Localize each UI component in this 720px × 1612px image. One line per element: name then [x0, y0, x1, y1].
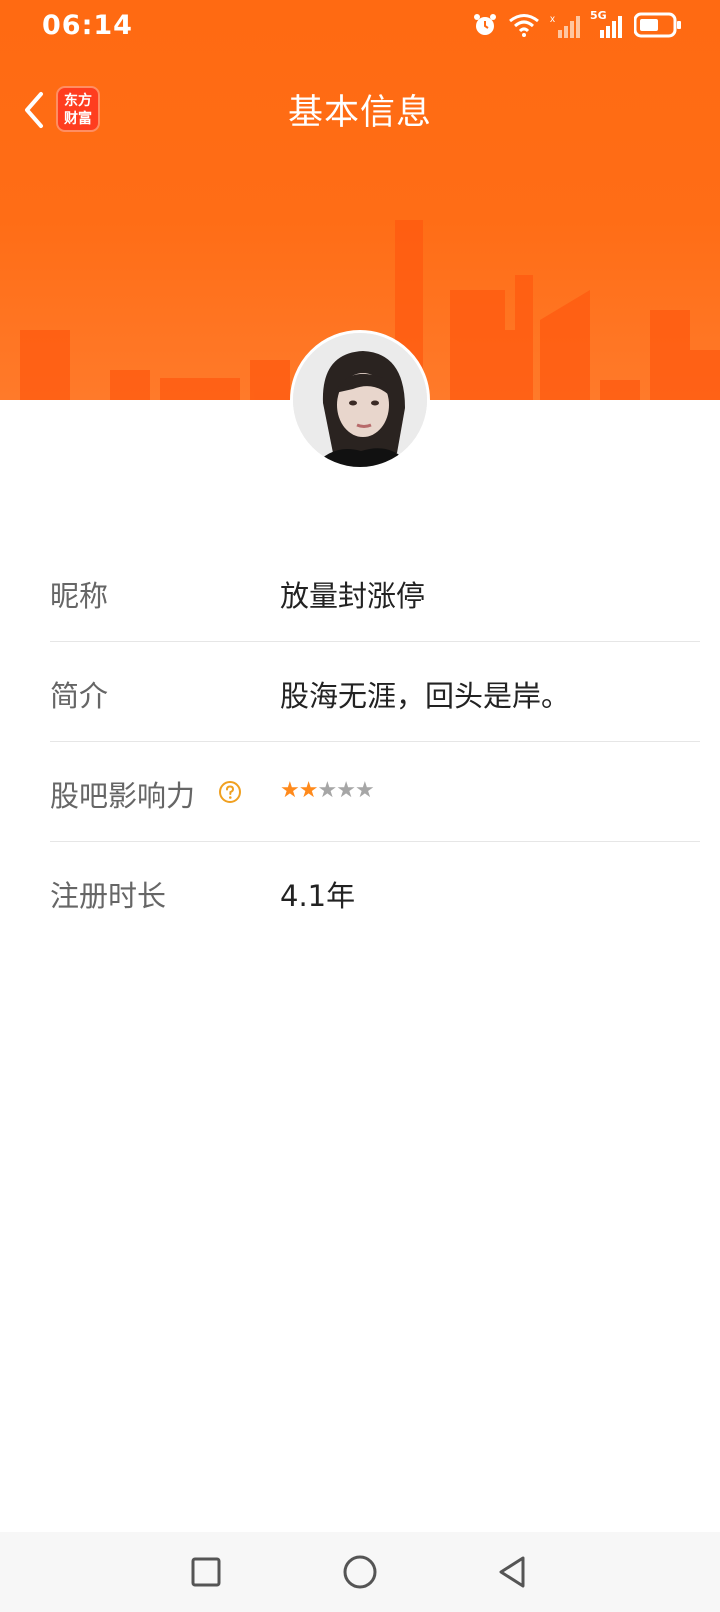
- battery-icon: [634, 12, 681, 38]
- info-row-bio: 简介 股海无涯，回头是岸。: [50, 642, 700, 742]
- avatar[interactable]: [290, 330, 430, 470]
- star-icon-2: ★: [298, 778, 319, 803]
- alarm-icon: [474, 14, 496, 35]
- signal-no-service-icon: x: [550, 14, 580, 38]
- system-back-button[interactable]: [488, 1548, 536, 1596]
- info-row-influence: 股吧影响力 ★★★★★: [50, 742, 700, 842]
- influence-rating: ★★★★★: [280, 778, 375, 803]
- recent-apps-button[interactable]: [182, 1548, 230, 1596]
- bio-label: 简介: [50, 679, 109, 713]
- signal-5g-icon: 5G: [590, 9, 624, 38]
- bio-value: 股海无涯，回头是岸。: [280, 679, 571, 713]
- triangle-back-icon: [499, 1556, 525, 1588]
- influence-label: 股吧影响力: [50, 779, 196, 813]
- wifi-icon: [509, 14, 539, 37]
- square-icon: [191, 1557, 221, 1587]
- info-row-nickname: 昵称 放量封涨停: [50, 542, 700, 642]
- registration-label: 注册时长: [50, 879, 167, 913]
- home-button[interactable]: [336, 1548, 384, 1596]
- star-icon-4: ★: [336, 778, 356, 803]
- star-icon-1: ★: [280, 778, 300, 803]
- navigation-bar: 东方 财富 基本信息: [0, 72, 720, 148]
- status-time: 06:14: [42, 10, 133, 41]
- status-bar: 06:14 x 5G: [0, 0, 720, 52]
- svg-text:x: x: [550, 14, 555, 25]
- nickname-label: 昵称: [50, 579, 109, 613]
- nickname-value: 放量封涨停: [280, 579, 426, 613]
- page-title: 基本信息: [287, 93, 432, 133]
- system-navigation-bar: [0, 1532, 720, 1612]
- info-row-registration: 注册时长 4.1年: [50, 842, 700, 942]
- profile-info-list: 昵称 放量封涨停 简介 股海无涯，回头是岸。 股吧影响力 ★★★★★ 注册时长 …: [50, 542, 700, 942]
- status-icons: x 5G: [472, 9, 682, 38]
- avatar-photo: [293, 333, 427, 467]
- registration-value: 4.1年: [280, 879, 356, 913]
- star-icon-3: ★: [317, 778, 337, 803]
- help-icon[interactable]: [218, 780, 242, 804]
- circle-icon: [343, 1555, 377, 1589]
- star-icon-5: ★: [354, 778, 375, 803]
